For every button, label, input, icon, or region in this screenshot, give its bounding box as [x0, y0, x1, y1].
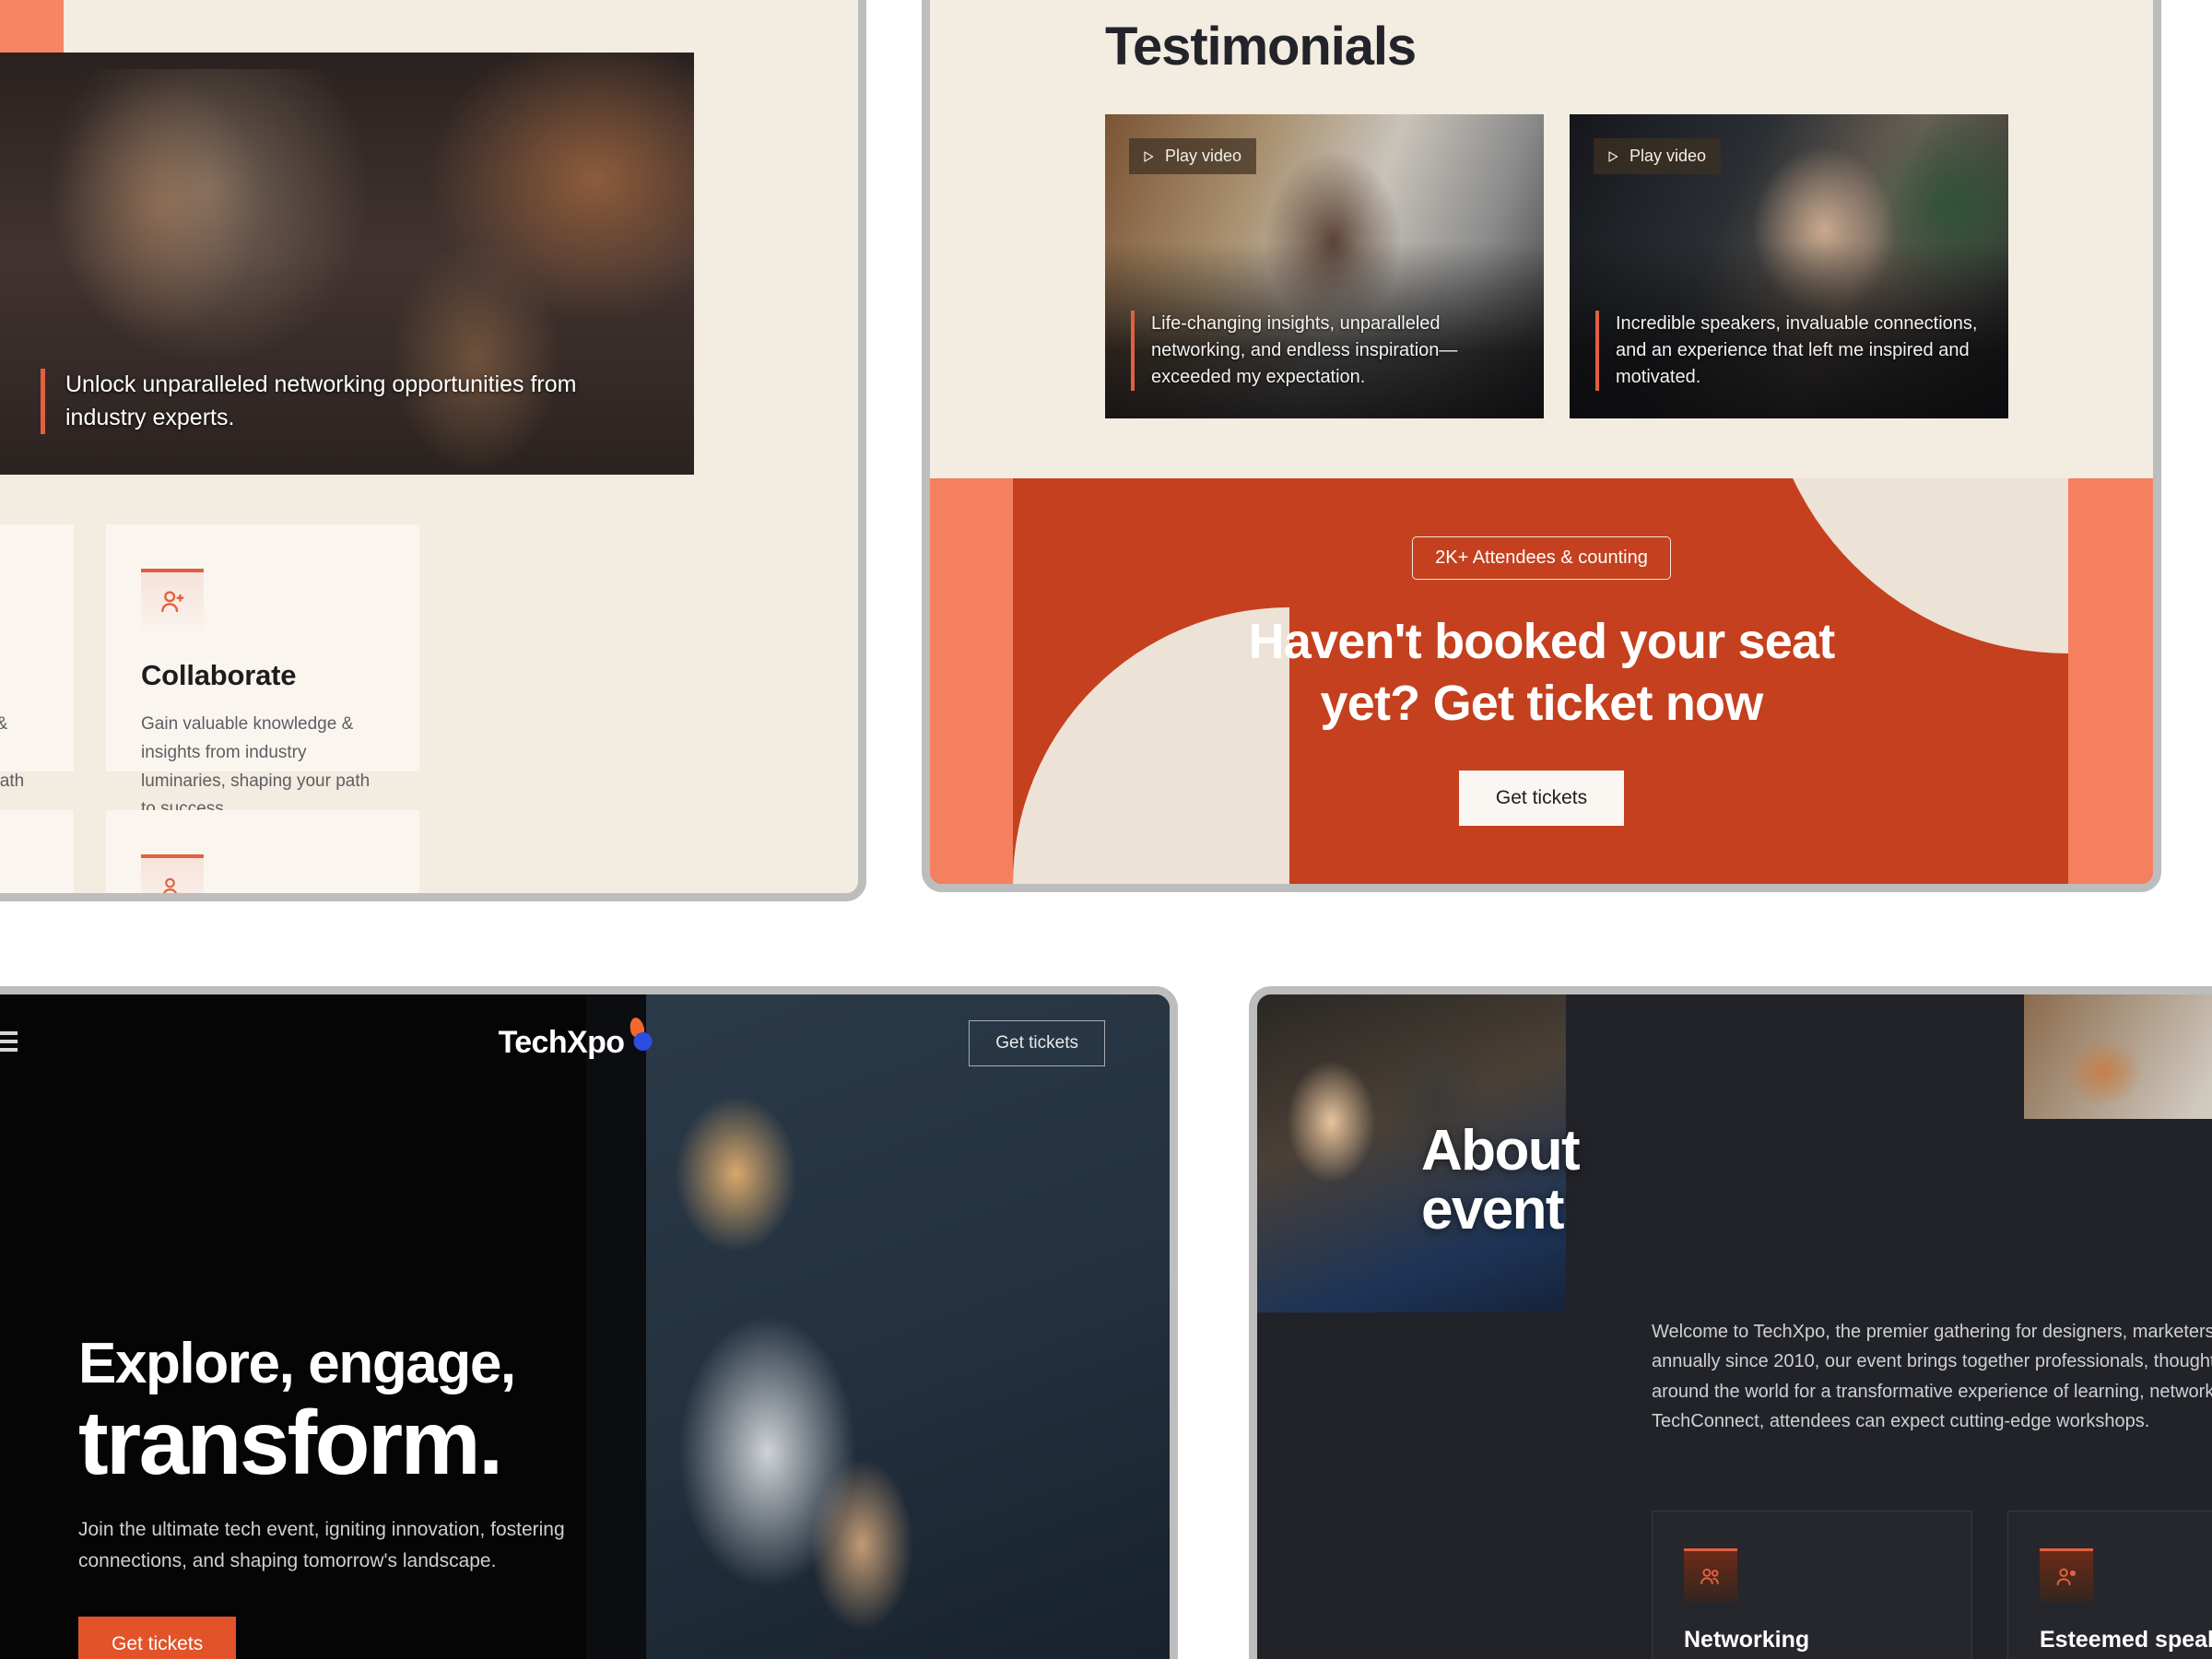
feature-row-2 — [0, 810, 747, 893]
logo-text: TechXpo — [498, 1025, 625, 1060]
feature-card-title: Learn — [0, 659, 39, 692]
feature-row-1: ng a ries. Learn Gain valuable knowledge… — [0, 524, 747, 818]
user-plus-icon — [141, 569, 204, 631]
hero-headline-line1: Explore, engage, — [78, 1332, 516, 1395]
about-title-line1: About — [1421, 1119, 1581, 1182]
speaker-photo: Unlock unparalleled networking opportuni… — [0, 53, 694, 475]
about-body-text: Welcome to TechXpo, the premier gatherin… — [1652, 1322, 2212, 1432]
testimonial-card-list: Play video Life-changing insights, unpar… — [1105, 114, 2153, 418]
feature-card-row2-2[interactable] — [106, 810, 419, 893]
screenshot-stage: Unlock unparalleled networking opportuni… — [0, 0, 2212, 1659]
hero-subtext: Join the ultimate tech event, igniting i… — [78, 1518, 565, 1571]
feature-card-desc: Gain valuable knowledge & insights from … — [141, 714, 371, 819]
testimonial-card-1[interactable]: Play video Life-changing insights, unpar… — [1105, 114, 1544, 418]
feature-card-desc: Gain valuable knowledge & insights from … — [0, 714, 25, 791]
about-card-speakers[interactable]: Esteemed speak Gain insights from indust… — [2007, 1511, 2212, 1659]
user-plus-icon — [141, 854, 204, 893]
attendees-badge: 2K+ Attendees & counting — [1412, 535, 1671, 580]
hero-get-tickets-button[interactable]: Get tickets — [78, 1617, 237, 1659]
users-icon — [1684, 1548, 1737, 1602]
photo-spotlight — [40, 69, 377, 374]
get-tickets-button[interactable]: Get tickets — [1458, 771, 1625, 827]
play-video-button[interactable]: Play video — [1594, 138, 1722, 174]
about-title-line2: event — [1421, 1178, 1565, 1242]
play-icon — [1606, 149, 1620, 164]
about-card-title: Esteemed speak — [2040, 1627, 2212, 1653]
play-video-button[interactable]: Play video — [1129, 138, 1257, 174]
testimonial-quote: Life-changing insights, unparalleled net… — [1131, 311, 1524, 391]
testimonial-quote: Incredible speakers, invaluable connecti… — [1595, 311, 1988, 391]
hero-panel: TechXpo Get tickets Explore, engage, tra… — [0, 986, 1178, 1659]
testimonial-card-2[interactable]: Play video Incredible speakers, invaluab… — [1570, 114, 2008, 418]
cta-headline-line1: Haven't booked your seat — [1248, 613, 1836, 669]
hamburger-icon[interactable] — [0, 1031, 18, 1056]
cta-content: 2K+ Attendees & counting Haven't booked … — [930, 478, 2153, 884]
hamburger-bar — [0, 1031, 18, 1035]
logo-dot-blue — [633, 1032, 653, 1051]
feature-card-row2-1[interactable] — [0, 810, 74, 893]
about-card-title: Networking Opportunities — [1684, 1627, 1835, 1659]
techxpo-logo[interactable]: TechXpo — [498, 1016, 653, 1061]
cta-headline-line2: yet? Get ticket now — [1320, 675, 1764, 731]
play-icon — [1141, 149, 1156, 164]
about-card-networking[interactable]: Networking Opportunities Connect with li… — [1652, 1511, 1972, 1659]
play-video-label: Play video — [1630, 147, 1707, 165]
about-card-list: Networking Opportunities Connect with li… — [1652, 1511, 2212, 1659]
testimonials-title: Testimonials — [1105, 17, 1417, 76]
feature-card-title: Collaborate — [141, 659, 297, 691]
play-video-label: Play video — [1165, 147, 1242, 165]
about-title: About event — [1421, 1119, 1581, 1242]
nav-get-tickets-button[interactable]: Get tickets — [969, 1020, 1105, 1066]
features-panel: Unlock unparalleled networking opportuni… — [0, 0, 866, 901]
feature-card-grid: ng a ries. Learn Gain valuable knowledge… — [0, 524, 747, 893]
about-event-panel: About event Welcome to TechXpo, the prem… — [1249, 986, 2212, 1659]
speaker-photo-caption: Unlock unparalleled networking opportuni… — [41, 369, 612, 434]
hamburger-bar — [0, 1048, 18, 1052]
feature-card-collaborate[interactable]: Collaborate Gain valuable knowledge & in… — [106, 524, 419, 818]
cta-banner: 2K+ Attendees & counting Haven't booked … — [930, 478, 2153, 884]
hero-headline-line2: transform. — [78, 1392, 503, 1493]
testimonials-section: Testimonials Play video Life-changing in… — [930, 0, 2153, 418]
hamburger-bar — [0, 1040, 18, 1043]
hero-navbar: TechXpo Get tickets — [0, 994, 1170, 1096]
testimonials-panel: Testimonials Play video Life-changing in… — [922, 0, 2161, 892]
cta-headline: Haven't booked your seat yet? Get ticket… — [1248, 611, 1836, 735]
feature-card-learn[interactable]: Learn Gain valuable knowledge & insights… — [0, 524, 74, 791]
hero-copy: Explore, engage, transform. Join the ult… — [78, 1335, 724, 1659]
logo-dots-icon — [626, 1016, 653, 1056]
user-star-icon — [2040, 1548, 2093, 1602]
about-photo-right — [2024, 994, 2212, 1119]
